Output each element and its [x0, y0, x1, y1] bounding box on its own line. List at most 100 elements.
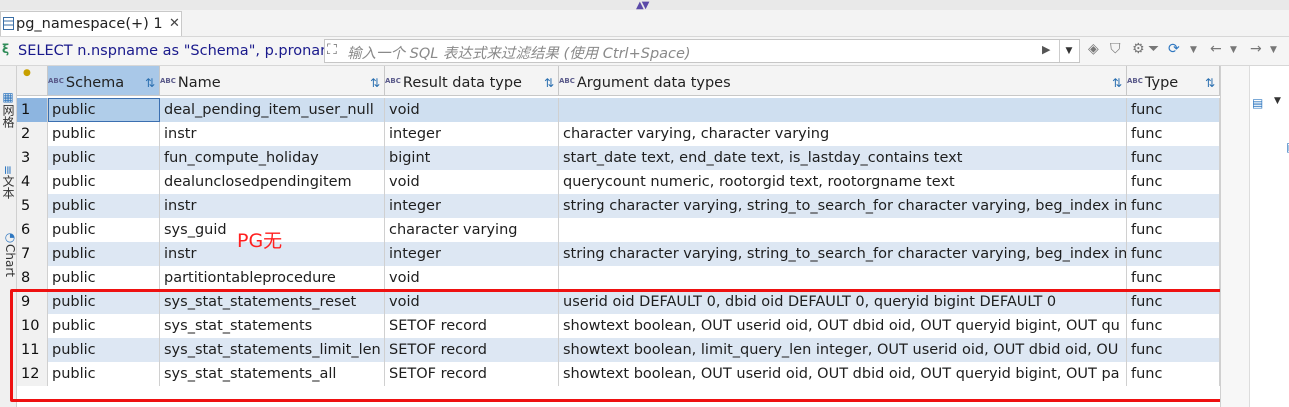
sort-filter-icon[interactable]: ⇅: [544, 66, 554, 100]
cell-argument-data-types[interactable]: string character varying, string_to_sear…: [559, 194, 1127, 218]
cell-schema[interactable]: public: [48, 242, 160, 266]
cell-argument-data-types[interactable]: [559, 218, 1127, 242]
sort-filter-icon[interactable]: ⇅: [1205, 66, 1215, 100]
text-icon: ≡: [1, 164, 15, 176]
sort-filter-icon[interactable]: ⇅: [145, 66, 155, 100]
refresh-dropdown-icon[interactable]: ▼: [1190, 45, 1197, 55]
cell-argument-data-types[interactable]: string character varying, string_to_sear…: [559, 242, 1127, 266]
column-header-schema[interactable]: ABC Schema ⇅: [48, 66, 160, 96]
filter-history-dropdown[interactable]: ▼: [1059, 40, 1078, 62]
back-icon[interactable]: ←: [1210, 41, 1222, 57]
cell-name[interactable]: fun_compute_holiday: [160, 146, 385, 170]
close-icon[interactable]: ✕: [169, 12, 180, 36]
tab-grid-label: 网格: [1, 104, 15, 128]
back-dropdown-icon[interactable]: ▼: [1230, 45, 1237, 55]
cell-type[interactable]: func: [1127, 218, 1220, 242]
cell-name[interactable]: instr: [160, 122, 385, 146]
row-number[interactable]: 5: [17, 194, 48, 218]
row-number[interactable]: 1: [17, 98, 48, 122]
cell-schema[interactable]: public: [48, 98, 160, 122]
cell-name[interactable]: partitiontableprocedure: [160, 266, 385, 290]
table-row[interactable]: 7 public instr integer string character vary…: [17, 242, 1220, 266]
column-header-result-data-type[interactable]: ABC Result data type ⇅: [385, 66, 559, 96]
cell-schema[interactable]: public: [48, 122, 160, 146]
row-number[interactable]: 8: [17, 266, 48, 290]
tab-text[interactable]: ≡文本: [0, 150, 17, 214]
table-row[interactable]: 8 public partitiontableprocedure void func: [17, 266, 1220, 290]
tab-grid[interactable]: ▦网格: [0, 74, 17, 144]
cell-name[interactable]: dealunclosedpendingitem: [160, 170, 385, 194]
table-row[interactable]: 1 public deal_pending_item_user_null void fu…: [17, 98, 1220, 122]
column-header-label: Type: [1144, 75, 1179, 91]
row-number[interactable]: 2: [17, 122, 48, 146]
annotation-text: PG无: [237, 230, 283, 252]
cell-schema[interactable]: public: [48, 146, 160, 170]
table-row[interactable]: 3 public fun_compute_holiday bigint start_da…: [17, 146, 1220, 170]
cell-argument-data-types[interactable]: querycount numeric, rootorgid text, root…: [559, 170, 1127, 194]
row-number[interactable]: 4: [17, 170, 48, 194]
sort-filter-icon[interactable]: ⇅: [370, 66, 380, 100]
filter-input[interactable]: ⛶ 输入一个 SQL 表达式来过滤结果 (使用 Ctrl+Space) ▶ ▼: [324, 39, 1080, 63]
sql-icon: ξ: [2, 42, 10, 56]
row-number[interactable]: 7: [17, 242, 48, 266]
forward-dropdown-icon[interactable]: ▼: [1270, 45, 1277, 55]
cell-type[interactable]: func: [1127, 122, 1220, 146]
cell-result-data-type[interactable]: void: [385, 170, 559, 194]
tab-results[interactable]: pg_namespace(+) 1 ✕: [0, 11, 182, 36]
text-type-icon: ABC: [160, 77, 176, 85]
cell-result-data-type[interactable]: bigint: [385, 146, 559, 170]
filter-placeholder: 输入一个 SQL 表达式来过滤结果 (使用 Ctrl+Space): [347, 46, 691, 62]
column-header-label: Result data type: [402, 75, 522, 91]
cell-schema[interactable]: public: [48, 266, 160, 290]
cell-type[interactable]: func: [1127, 146, 1220, 170]
panel-icon[interactable]: ▤: [1252, 96, 1263, 110]
column-header-label: Name: [177, 75, 221, 91]
table-row[interactable]: 4 public dealunclosedpendingitem void queryc…: [17, 170, 1220, 194]
table-row[interactable]: 6 public sys_guid character varying func: [17, 218, 1220, 242]
filter-icon[interactable]: ⛉: [1110, 41, 1121, 57]
column-header-name[interactable]: ABC Name ⇅: [160, 66, 385, 96]
cell-argument-data-types[interactable]: character varying, character varying: [559, 122, 1127, 146]
column-header-label: Schema: [65, 75, 125, 91]
table-row[interactable]: 5 public instr integer string character vary…: [17, 194, 1220, 218]
cell-name[interactable]: instr: [160, 194, 385, 218]
row-number[interactable]: 3: [17, 146, 48, 170]
panel-dropdown-icon[interactable]: ▼: [1274, 96, 1281, 106]
sort-filter-icon[interactable]: ⇅: [1112, 66, 1122, 100]
cell-argument-data-types[interactable]: [559, 266, 1127, 290]
funnel-icon[interactable]: ⏷: [1148, 41, 1159, 57]
column-header-type[interactable]: ABC Type ⇅: [1127, 66, 1220, 96]
cell-result-data-type[interactable]: void: [385, 98, 559, 122]
cell-type[interactable]: func: [1127, 98, 1220, 122]
collapse-panel-icon[interactable]: ▲▼: [636, 0, 649, 11]
table-row[interactable]: 2 public instr integer character varying, ch…: [17, 122, 1220, 146]
eraser-icon[interactable]: ◈: [1088, 41, 1099, 57]
highlight-box: [10, 289, 1286, 402]
cell-schema[interactable]: public: [48, 218, 160, 242]
text-type-icon: ABC: [1127, 77, 1143, 85]
cell-result-data-type[interactable]: void: [385, 266, 559, 290]
cell-result-data-type[interactable]: integer: [385, 242, 559, 266]
cell-result-data-type[interactable]: integer: [385, 194, 559, 218]
cell-result-data-type[interactable]: character varying: [385, 218, 559, 242]
column-header-argument-data-types[interactable]: ABC Argument data types ⇅: [559, 66, 1127, 96]
cell-type[interactable]: func: [1127, 266, 1220, 290]
cell-argument-data-types[interactable]: start_date text, end_date text, is_lastd…: [559, 146, 1127, 170]
cell-type[interactable]: func: [1127, 170, 1220, 194]
column-header-label: Argument data types: [576, 75, 731, 91]
forward-icon[interactable]: →: [1250, 41, 1262, 57]
apply-filter-icon[interactable]: ▶: [1042, 43, 1050, 56]
cell-schema[interactable]: public: [48, 194, 160, 218]
cell-result-data-type[interactable]: integer: [385, 122, 559, 146]
cell-name[interactable]: deal_pending_item_user_null: [160, 98, 385, 122]
refresh-icon[interactable]: ⟳: [1168, 41, 1180, 57]
sql-query-text[interactable]: SELECT n.nspname as "Schema", p.pronar: [18, 43, 326, 59]
filter-settings-icon[interactable]: ⚙: [1132, 41, 1145, 57]
cell-schema[interactable]: public: [48, 170, 160, 194]
cell-argument-data-types[interactable]: [559, 98, 1127, 122]
cell-type[interactable]: func: [1127, 194, 1220, 218]
cell-type[interactable]: func: [1127, 242, 1220, 266]
tab-chart[interactable]: ◔Chart: [0, 218, 17, 288]
row-number-header[interactable]: ●: [17, 66, 48, 96]
row-number[interactable]: 6: [17, 218, 48, 242]
